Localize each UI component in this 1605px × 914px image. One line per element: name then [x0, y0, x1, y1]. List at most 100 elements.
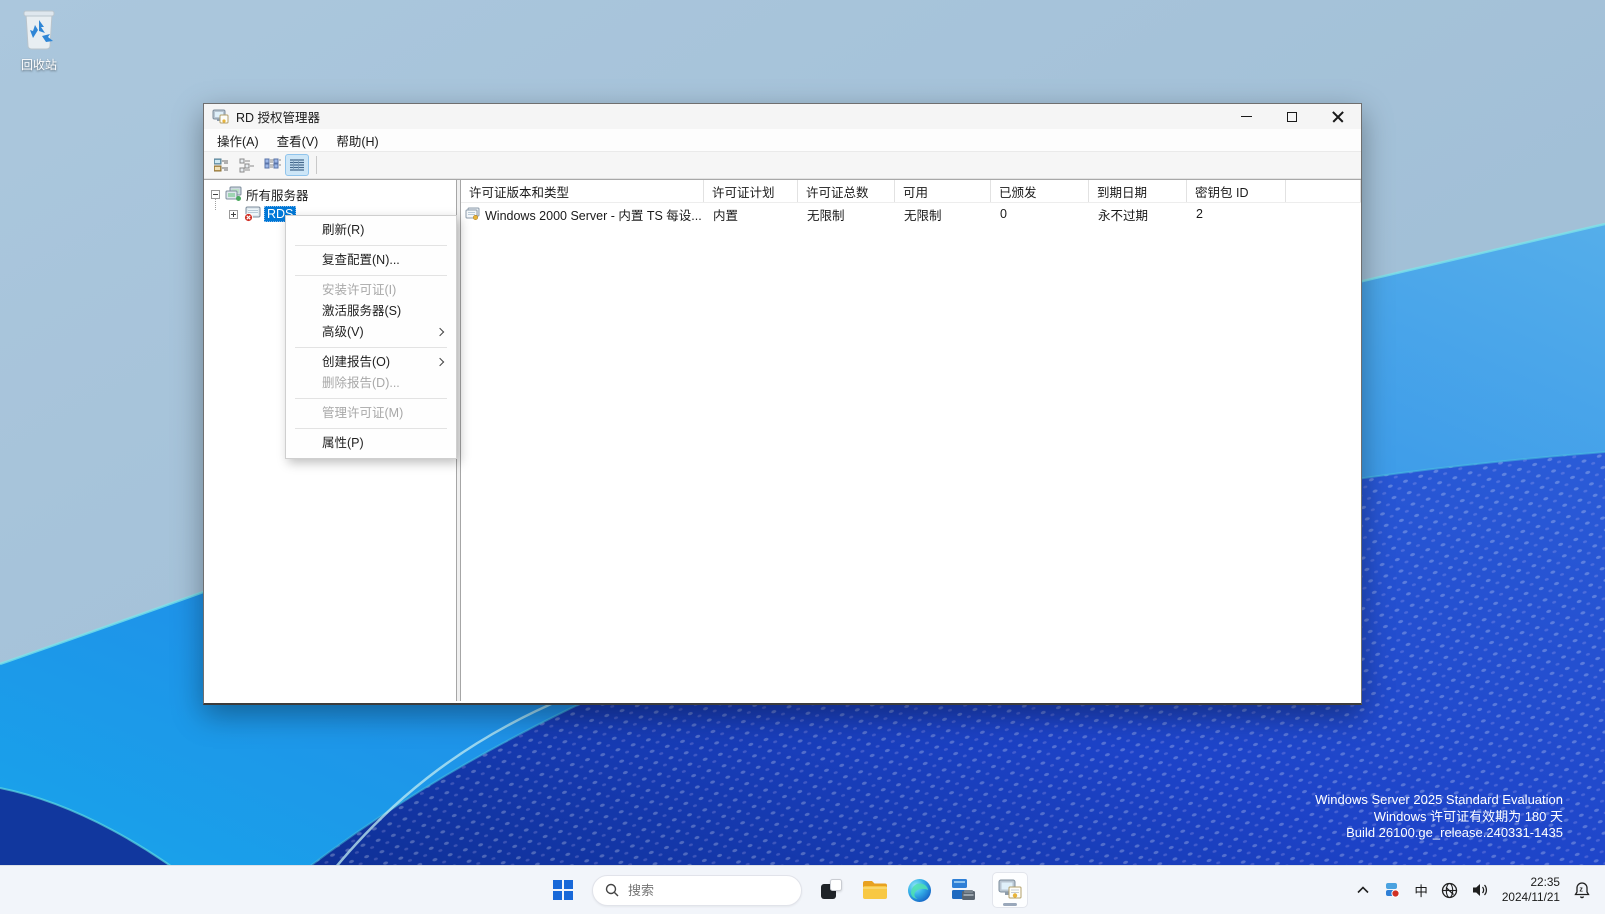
toolbar-separator	[316, 156, 317, 174]
maximize-button[interactable]	[1269, 104, 1315, 129]
network-button[interactable]	[1441, 882, 1458, 899]
console-tree-toggle-button[interactable]	[210, 154, 234, 176]
menu-help[interactable]: 帮助(H)	[327, 129, 387, 151]
task-view-icon	[821, 879, 842, 899]
maximize-icon	[1287, 111, 1297, 122]
menu-separator	[295, 275, 447, 276]
column-header-total[interactable]: 许可证总数	[798, 180, 895, 202]
server-manager-icon	[952, 879, 975, 900]
windows-logo-icon	[553, 880, 573, 900]
menu-view[interactable]: 查看(V)	[268, 129, 328, 151]
menu-separator	[295, 398, 447, 399]
close-icon	[1332, 111, 1344, 123]
recycle-bin-label: 回收站	[20, 58, 57, 72]
edge-browser-button[interactable]	[904, 875, 934, 905]
tray-date: 2024/11/21	[1501, 890, 1560, 904]
tree-item-all-servers[interactable]: 所有服务器	[204, 184, 456, 204]
column-header-expiry[interactable]: 到期日期	[1089, 180, 1187, 202]
minimize-icon	[1240, 116, 1252, 117]
details-view-icon	[290, 159, 304, 171]
icons-view-button[interactable]	[260, 154, 284, 176]
column-header-program[interactable]: 许可证计划	[704, 180, 798, 202]
server-error-icon	[243, 206, 261, 222]
edge-browser-icon	[907, 878, 931, 902]
notification-bell-dnd-icon: z	[1574, 882, 1590, 899]
license-list-pane: 许可证版本和类型 许可证计划 许可证总数 可用 已颁发 到期日期 密钥包 ID	[460, 180, 1361, 701]
submenu-chevron-icon	[435, 357, 445, 367]
minimize-button[interactable]	[1223, 104, 1269, 129]
collapse-icon[interactable]	[211, 189, 220, 199]
icons-view-icon	[264, 158, 281, 168]
context-menu-create-report[interactable]: 创建报告(O)	[286, 352, 456, 373]
taskbar: 中 22:35 2024/11/21 z	[0, 865, 1605, 914]
tray-time: 22:35	[1530, 875, 1560, 889]
context-menu-advanced[interactable]: 高级(V)	[286, 322, 456, 343]
search-input[interactable]	[628, 882, 778, 898]
recycle-bin-desktop-icon[interactable]: 回收站	[10, 8, 68, 73]
console-tree-toggle-icon	[213, 158, 228, 171]
license-table-row[interactable]: Windows 2000 Server - 内置 TS 每设... 内置 无限制…	[461, 203, 1361, 225]
cell-issued: 0	[1000, 207, 1007, 221]
license-certificate-icon	[465, 207, 480, 221]
rd-licensing-taskbar-icon	[998, 879, 1022, 899]
watermark-line-2: Windows 许可证有效期为 180 天	[1373, 808, 1563, 824]
list-header-row: 许可证版本和类型 许可证计划 许可证总数 可用 已颁发 到期日期 密钥包 ID	[461, 180, 1361, 203]
file-explorer-button[interactable]	[860, 875, 890, 905]
window-titlebar[interactable]: RD 授权管理器	[204, 104, 1361, 129]
start-button[interactable]	[548, 875, 578, 905]
menu-action[interactable]: 操作(A)	[208, 129, 268, 151]
menu-bar: 操作(A) 查看(V) 帮助(H)	[204, 129, 1361, 152]
search-icon	[605, 883, 619, 897]
watermark-line-1: Windows Server 2025 Standard Evaluation	[1315, 792, 1563, 807]
speaker-icon	[1472, 884, 1487, 896]
svg-text:z: z	[1579, 887, 1583, 894]
window-title: RD 授权管理器	[236, 111, 321, 125]
column-header-filler	[1286, 180, 1361, 202]
close-button[interactable]	[1315, 104, 1361, 129]
chevron-up-icon	[1357, 886, 1369, 894]
column-header-keypack[interactable]: 密钥包 ID	[1187, 180, 1286, 202]
context-menu-activate-server[interactable]: 激活服务器(S)	[286, 301, 456, 322]
column-header-available[interactable]: 可用	[895, 180, 991, 202]
taskbar-clock[interactable]: 22:35 2024/11/21	[1502, 875, 1560, 905]
tray-server-status-button[interactable]	[1383, 882, 1401, 898]
cell-total: 无限制	[807, 208, 845, 223]
action-pane-toggle-icon	[239, 158, 254, 172]
taskbar-search-box[interactable]	[592, 874, 802, 906]
rd-licensing-app-icon	[212, 109, 229, 123]
rds-context-menu: 刷新(R) 复查配置(N)... 安装许可证(I) 激活服务器(S) 高级(V)…	[285, 215, 457, 459]
context-menu-manage-licenses: 管理许可证(M)	[322, 406, 404, 420]
cell-keypack-id: 2	[1196, 207, 1203, 221]
menu-separator	[295, 428, 447, 429]
cell-program: 内置	[713, 208, 739, 223]
column-header-version-type[interactable]: 许可证版本和类型	[461, 180, 704, 202]
details-view-button[interactable]	[285, 154, 309, 176]
notification-center-button[interactable]: z	[1573, 881, 1591, 899]
ime-indicator[interactable]: 中	[1414, 880, 1428, 900]
all-servers-icon	[225, 186, 243, 202]
volume-button[interactable]	[1471, 882, 1489, 898]
menu-separator	[295, 347, 447, 348]
server-status-icon	[1386, 883, 1400, 898]
tray-overflow-button[interactable]	[1356, 885, 1370, 895]
globe-no-network-icon	[1441, 882, 1457, 898]
context-menu-review-configuration[interactable]: 复查配置(N)...	[286, 250, 456, 271]
recycle-bin-icon	[23, 10, 55, 50]
context-menu-properties[interactable]: 属性(P)	[286, 433, 456, 454]
column-header-issued[interactable]: 已颁发	[991, 180, 1089, 202]
context-menu-delete-reports: 删除报告(D)...	[322, 376, 400, 390]
cell-available: 无限制	[904, 208, 942, 223]
context-menu-create-report-label: 创建报告(O)	[322, 355, 391, 369]
tree-connector	[215, 198, 216, 210]
task-view-button[interactable]	[816, 875, 846, 905]
context-menu-refresh[interactable]: 刷新(R)	[286, 220, 456, 241]
expand-icon[interactable]	[229, 209, 238, 219]
cell-expiry: 永不过期	[1098, 208, 1149, 223]
watermark-line-3: Build 26100.ge_release.240331-1435	[1346, 825, 1563, 840]
menu-separator	[295, 245, 447, 246]
tree-item-all-servers-label: 所有服务器	[246, 188, 309, 203]
context-menu-install-licenses: 安装许可证(I)	[322, 283, 397, 297]
action-pane-toggle-button[interactable]	[235, 154, 259, 176]
server-manager-button[interactable]	[948, 875, 978, 905]
rd-licensing-taskbar-button[interactable]	[992, 872, 1028, 908]
